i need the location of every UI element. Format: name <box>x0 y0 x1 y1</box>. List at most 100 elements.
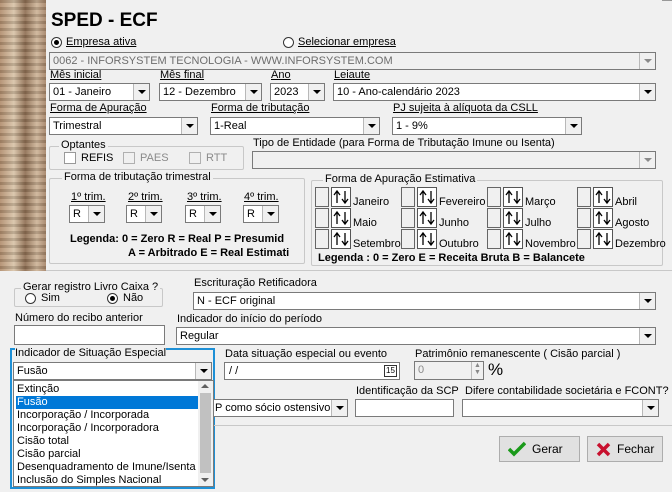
arrow-updown-icon[interactable] <box>503 187 523 207</box>
chevron-down-icon[interactable] <box>639 328 655 344</box>
chevron-down-icon[interactable] <box>145 206 161 222</box>
list-item[interactable]: Extinção <box>16 383 59 396</box>
label-patrimonio: Patrimônio remanescente ( Cisão parcial … <box>415 348 621 360</box>
tipo-entidade-combo[interactable] <box>252 151 656 169</box>
estimativa-box-dezembro[interactable] <box>577 229 591 249</box>
estimativa-box-outubro[interactable] <box>401 229 415 249</box>
trim-4-combo[interactable]: R <box>243 205 279 223</box>
label-recibo: Número do recibo anterior <box>15 312 143 324</box>
chevron-down-icon[interactable] <box>262 206 278 222</box>
radio-livro-sim[interactable] <box>25 293 36 304</box>
list-item[interactable]: Cisão parcial <box>16 448 81 461</box>
estimativa-box-abril[interactable] <box>577 187 591 207</box>
scroll-up-icon[interactable] <box>201 384 209 388</box>
forma-apuracao-combo[interactable]: Trimestral <box>49 117 198 135</box>
estimativa-box-fevereiro[interactable] <box>401 187 415 207</box>
listbox-scrollbar[interactable] <box>198 381 213 486</box>
fechar-button[interactable]: Fechar <box>587 436 663 462</box>
spinner-icon[interactable]: ▲ ▼ <box>471 362 483 379</box>
radio-empresa-ativa[interactable] <box>51 37 62 48</box>
label-escrituracao: Escrituração Retificadora <box>194 277 317 289</box>
chevron-down-icon[interactable] <box>195 363 211 379</box>
chevron-down-icon[interactable] <box>331 400 347 416</box>
recibo-input[interactable] <box>14 325 165 345</box>
arrow-updown-icon[interactable] <box>331 187 351 207</box>
arrow-updown-icon[interactable] <box>593 229 613 249</box>
estimativa-box-novembro[interactable] <box>487 229 501 249</box>
calendar-icon[interactable]: 15 <box>384 365 397 377</box>
list-item[interactable]: Fusão <box>16 396 199 409</box>
label-data-situacao: Data situação especial ou evento <box>225 348 388 360</box>
estimativa-box-julho[interactable] <box>487 208 501 228</box>
chevron-down-icon[interactable] <box>565 118 581 134</box>
chevron-down-icon[interactable] <box>308 84 324 100</box>
estimativa-box-agosto[interactable] <box>577 208 591 228</box>
gerar-button[interactable]: Gerar <box>499 436 580 462</box>
ano-combo[interactable]: 2023 <box>270 83 325 101</box>
chevron-down-icon[interactable] <box>245 84 261 100</box>
company-combo[interactable]: 0062 - INFORSYSTEM TECNOLOGIA - WWW.INFO… <box>49 52 656 70</box>
mes-inicial-combo[interactable]: 01 - Janeiro <box>49 83 150 101</box>
label-tipo-entidade: Tipo de Entidade (para Forma de Tributaç… <box>253 137 555 149</box>
chevron-down-icon[interactable] <box>204 206 220 222</box>
list-item[interactable]: Desenquadramento de Imune/Isenta <box>16 461 196 474</box>
chevron-down-icon[interactable] <box>181 118 197 134</box>
estimativa-box-setembro[interactable] <box>315 229 329 249</box>
label-csll: PJ sujeita à alíquota da CSLL <box>393 102 538 114</box>
estimativa-label-janeiro: Janeiro <box>353 196 390 208</box>
list-item[interactable]: Incorporação / Incorporadora <box>16 422 159 435</box>
scrollbar-thumb[interactable] <box>200 393 211 473</box>
checkbox-paes[interactable] <box>123 152 135 164</box>
arrow-updown-icon[interactable] <box>417 208 437 228</box>
estimativa-label-dezembro: Dezembro <box>615 238 666 250</box>
identificacao-scp-input[interactable] <box>355 399 454 417</box>
patrimonio-input[interactable]: 0 ▲ ▼ <box>414 361 484 380</box>
chevron-down-icon[interactable] <box>639 53 655 69</box>
chevron-down-icon[interactable] <box>133 84 149 100</box>
estimativa-label-julho: Julho <box>525 217 552 229</box>
arrow-updown-icon[interactable] <box>417 229 437 249</box>
estimativa-box-janeiro[interactable] <box>315 187 329 207</box>
estimativa-box-marco[interactable] <box>487 187 501 207</box>
arrow-updown-icon[interactable] <box>331 229 351 249</box>
label-trim-4: 4º trim. <box>244 191 279 203</box>
situacao-especial-combo[interactable]: Fusão <box>13 362 212 380</box>
chevron-down-icon[interactable] <box>363 118 379 134</box>
arrow-updown-icon[interactable] <box>593 208 613 228</box>
data-situacao-input[interactable]: / / 15 <box>224 362 400 380</box>
arrow-updown-icon[interactable] <box>503 208 523 228</box>
csll-combo[interactable]: 1 - 9% <box>392 117 582 135</box>
chevron-down-icon[interactable] <box>642 400 658 416</box>
label-trim-1: 1º trim. <box>71 191 106 203</box>
forma-tributacao-combo[interactable]: 1-Real <box>210 117 380 135</box>
list-item[interactable]: Incorporação / Incorporada <box>16 409 149 422</box>
contab-fcont-combo[interactable] <box>462 399 659 417</box>
inicio-periodo-combo[interactable]: Regular <box>176 327 656 345</box>
arrow-updown-icon[interactable] <box>331 208 351 228</box>
list-item[interactable]: Cisão total <box>16 435 69 448</box>
leiaute-combo[interactable]: 10 - Ano-calendário 2023 <box>333 83 656 101</box>
trim-1-combo[interactable]: R <box>69 205 105 223</box>
radio-selecionar-empresa[interactable] <box>283 37 294 48</box>
chevron-down-icon[interactable] <box>639 293 655 309</box>
list-item[interactable]: Inclusão do Simples Nacional <box>16 474 161 487</box>
estimativa-box-maio[interactable] <box>315 208 329 228</box>
label-rtt: RTT <box>206 152 228 164</box>
arrow-updown-icon[interactable] <box>593 187 613 207</box>
chevron-down-icon[interactable] <box>639 152 655 168</box>
mes-final-combo[interactable]: 12 - Dezembro <box>159 83 262 101</box>
escrituracao-combo[interactable]: N - ECF original <box>193 292 656 310</box>
checkbox-refis[interactable] <box>64 152 76 164</box>
checkbox-rtt[interactable] <box>189 152 201 164</box>
arrow-updown-icon[interactable] <box>417 187 437 207</box>
trim-3-combo[interactable]: R <box>185 205 221 223</box>
chevron-down-icon[interactable] <box>88 206 104 222</box>
radio-livro-nao[interactable] <box>107 293 118 304</box>
page-title: SPED - ECF <box>51 10 158 31</box>
scroll-down-icon[interactable] <box>201 478 209 482</box>
socio-ostensivo-combo[interactable]: P como sócio ostensivo <box>212 399 348 417</box>
chevron-down-icon[interactable] <box>639 84 655 100</box>
arrow-updown-icon[interactable] <box>503 229 523 249</box>
estimativa-box-junho[interactable] <box>401 208 415 228</box>
trim-2-combo[interactable]: R <box>126 205 162 223</box>
